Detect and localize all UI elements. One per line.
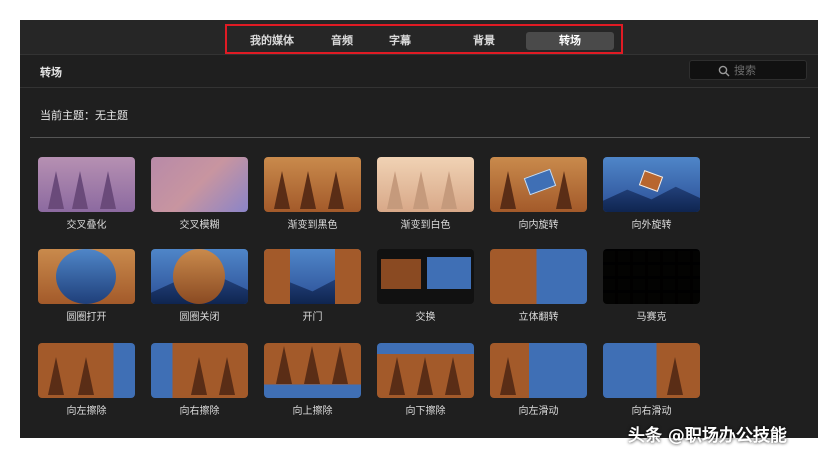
tab-titles[interactable]: 字幕 xyxy=(383,32,417,50)
transition-label: 马赛克 xyxy=(636,312,667,323)
thumbnail xyxy=(603,249,700,304)
thumbnail xyxy=(38,343,135,398)
search-box[interactable] xyxy=(689,60,807,80)
tab-bar-highlight: 我的媒体 音频 字幕 背景 转场 xyxy=(225,24,623,54)
transition-circle-open[interactable]: 圆圈打开 xyxy=(38,249,135,329)
transition-label: 向上擦除 xyxy=(292,406,333,417)
transition-label: 渐变到白色 xyxy=(400,220,451,231)
thumbnail xyxy=(151,343,248,398)
app-window: 我的媒体 音频 字幕 背景 转场 转场 当前主题：无主题 交叉叠化 xyxy=(20,20,818,438)
section-header: 转场 xyxy=(20,54,818,88)
tab-my-media[interactable]: 我的媒体 xyxy=(243,32,301,50)
transition-spin-in[interactable]: 向内旋转 xyxy=(490,157,587,237)
tab-audio[interactable]: 音频 xyxy=(325,32,359,50)
transition-label: 向右滑动 xyxy=(631,406,672,417)
transition-label: 向左滑动 xyxy=(518,406,559,417)
transition-label: 向外旋转 xyxy=(631,220,672,231)
watermark: 头条 @职场办公技能 xyxy=(628,426,787,446)
transition-wipe-down[interactable]: 向下擦除 xyxy=(377,343,474,423)
transition-label: 交换 xyxy=(415,312,436,323)
transition-label: 渐变到黑色 xyxy=(287,220,338,231)
thumbnail xyxy=(377,343,474,398)
transition-label: 向内旋转 xyxy=(518,220,559,231)
tab-backgrounds[interactable]: 背景 xyxy=(467,32,501,50)
transition-label: 圆圈关闭 xyxy=(179,312,220,323)
transition-cross-dissolve[interactable]: 交叉叠化 xyxy=(38,157,135,237)
thumbnail xyxy=(38,157,135,212)
transition-cube[interactable]: 立体翻转 xyxy=(490,249,587,329)
transition-swap[interactable]: 交换 xyxy=(377,249,474,329)
thumbnail xyxy=(38,249,135,304)
thumbnail xyxy=(603,157,700,212)
thumbnail xyxy=(264,157,361,212)
tab-transitions[interactable]: 转场 xyxy=(526,32,614,50)
thumbnail xyxy=(490,157,587,212)
thumbnail xyxy=(264,249,361,304)
transition-fade-to-black[interactable]: 渐变到黑色 xyxy=(264,157,361,237)
search-input[interactable] xyxy=(734,62,800,78)
section-title: 转场 xyxy=(40,66,62,79)
current-theme: 当前主题：无主题 xyxy=(40,109,128,122)
thumbnail xyxy=(151,249,248,304)
transition-slide-left[interactable]: 向左滑动 xyxy=(490,343,587,423)
thumbnail xyxy=(151,157,248,212)
transition-spin-out[interactable]: 向外旋转 xyxy=(603,157,700,237)
transition-mosaic[interactable]: 马赛克 xyxy=(603,249,700,329)
transition-cross-blur[interactable]: 交叉模糊 xyxy=(151,157,248,237)
divider xyxy=(30,137,810,138)
transition-doors[interactable]: 开门 xyxy=(264,249,361,329)
transition-label: 向下擦除 xyxy=(405,406,446,417)
top-bar: 我的媒体 音频 字幕 背景 转场 xyxy=(20,20,818,54)
transition-wipe-left[interactable]: 向左擦除 xyxy=(38,343,135,423)
transition-label: 向左擦除 xyxy=(66,406,107,417)
transition-label: 交叉叠化 xyxy=(66,220,107,231)
transition-label: 开门 xyxy=(302,312,323,323)
transition-label: 交叉模糊 xyxy=(179,220,220,231)
transition-label: 圆圈打开 xyxy=(66,312,107,323)
thumbnail xyxy=(377,249,474,304)
transition-fade-to-white[interactable]: 渐变到白色 xyxy=(377,157,474,237)
search-icon xyxy=(718,65,730,77)
thumbnail xyxy=(264,343,361,398)
thumbnail xyxy=(490,249,587,304)
transition-wipe-right[interactable]: 向右擦除 xyxy=(151,343,248,423)
transition-label: 向右擦除 xyxy=(179,406,220,417)
transition-slide-right[interactable]: 向右滑动 xyxy=(603,343,700,423)
transition-circle-close[interactable]: 圆圈关闭 xyxy=(151,249,248,329)
thumbnail xyxy=(603,343,700,398)
transitions-grid: 交叉叠化 交叉模糊 渐变到黑色 渐变到白色 向内旋转 向外旋转 圆圈打开 圆圈关… xyxy=(38,157,718,427)
thumbnail xyxy=(377,157,474,212)
transition-label: 立体翻转 xyxy=(518,312,559,323)
thumbnail xyxy=(490,343,587,398)
transition-wipe-up[interactable]: 向上擦除 xyxy=(264,343,361,423)
